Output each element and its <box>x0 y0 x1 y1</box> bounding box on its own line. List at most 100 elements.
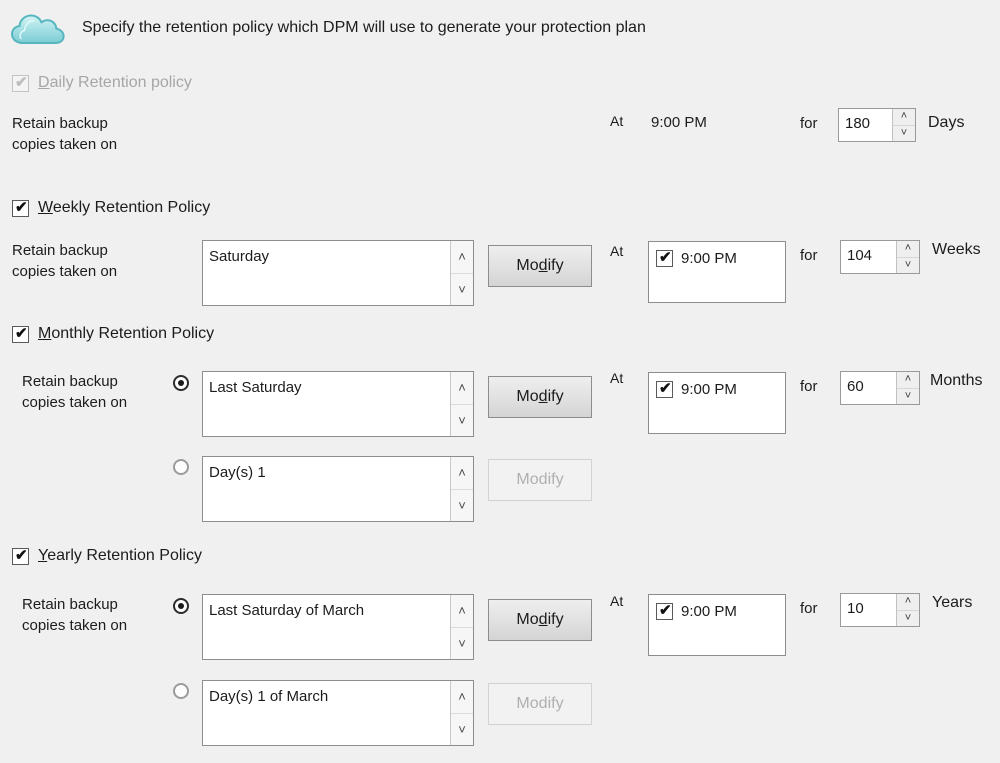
modify-label-post: ify <box>547 695 564 712</box>
listbox-weekly-scrollbar[interactable]: ˄ ˅ <box>450 241 473 305</box>
listbox-weekly-days[interactable]: Saturday ˄ ˅ <box>202 240 474 306</box>
spinner-weekly-count[interactable]: 104 ˄ ˅ <box>840 240 920 274</box>
chevron-down-icon[interactable]: ˅ <box>451 274 473 306</box>
section-header-monthly[interactable]: ✔ Monthly Retention Policy <box>12 325 214 343</box>
listbox-yearly-absolute-scrollbar[interactable]: ˄ ˅ <box>450 681 473 745</box>
timebox-yearly[interactable]: ✔ 9:00 PM <box>648 594 786 656</box>
listbox-monthly-relative[interactable]: Last Saturday ˄ ˅ <box>202 371 474 437</box>
retain-label-daily: Retain backup copies taken on <box>12 115 118 153</box>
chevron-up-icon[interactable]: ˄ <box>451 241 473 274</box>
spinner-yearly-buttons[interactable]: ˄ ˅ <box>896 594 919 626</box>
retain-label-weekly: Retain backup copies taken on <box>12 242 118 280</box>
checkbox-yearly-retention[interactable]: ✔ <box>12 547 29 565</box>
checkbox-weekly-retention[interactable]: ✔ <box>12 198 29 217</box>
chevron-down-icon[interactable]: ˅ <box>897 611 919 627</box>
modify-button-yearly-absolute: Mo d ify <box>488 683 592 725</box>
section-header-yearly[interactable]: ✔ Yearly Retention Policy <box>12 547 202 565</box>
spinner-daily-value[interactable]: 180 <box>839 109 892 141</box>
timebox-weekly[interactable]: ✔ 9:00 PM <box>648 241 786 303</box>
chevron-up-icon[interactable]: ˄ <box>451 457 473 490</box>
modify-button-monthly-absolute: Mo d ify <box>488 459 592 501</box>
listbox-monthly-relative-scrollbar[interactable]: ˄ ˅ <box>450 372 473 436</box>
section-label-daily: Daily Retention policy <box>38 74 192 92</box>
listbox-yearly-relative-scrollbar[interactable]: ˄ ˅ <box>450 595 473 659</box>
listbox-yearly-absolute[interactable]: Day(s) 1 of March ˄ ˅ <box>202 680 474 746</box>
radio-yearly-relative[interactable] <box>173 598 189 614</box>
spinner-daily-buttons[interactable]: ˄ ˅ <box>892 109 915 141</box>
radio-monthly-absolute[interactable] <box>173 459 189 475</box>
for-label-monthly: for <box>800 378 818 395</box>
spinner-weekly-buttons[interactable]: ˄ ˅ <box>896 241 919 273</box>
chevron-up-icon[interactable]: ˄ <box>897 241 919 258</box>
unit-label-monthly: Months <box>930 372 983 389</box>
modify-label-post: ify <box>547 471 564 488</box>
modify-button-monthly-relative[interactable]: Mo d ify <box>488 376 592 418</box>
unit-label-yearly: Years <box>932 594 973 611</box>
unit-label-weekly: Weeks <box>932 241 981 258</box>
listbox-monthly-absolute[interactable]: Day(s) 1 ˄ ˅ <box>202 456 474 522</box>
retain-label-monthly: Retain backup copies taken on <box>22 373 128 411</box>
spinner-monthly-value[interactable]: 60 <box>841 372 896 404</box>
spinner-yearly-value[interactable]: 10 <box>841 594 896 626</box>
check-glyph-icon: ✔ <box>659 380 672 397</box>
chevron-down-icon[interactable]: ˅ <box>451 714 473 746</box>
checkbox-monthly-time[interactable]: ✔ <box>656 380 673 398</box>
spinner-weekly-value[interactable]: 104 <box>841 241 896 273</box>
accel-key-weekly: W <box>38 199 53 216</box>
section-header-weekly[interactable]: ✔ Weekly Retention Policy <box>12 199 210 217</box>
radio-yearly-absolute[interactable] <box>173 683 189 699</box>
modify-label-post: ify <box>547 257 564 274</box>
spinner-daily-count[interactable]: 180 ˄ ˅ <box>838 108 916 142</box>
timebox-yearly-row[interactable]: ✔ 9:00 PM <box>649 595 785 620</box>
modify-label-accel: d <box>538 695 548 712</box>
section-header-daily[interactable]: ✔ Daily Retention policy <box>12 74 192 92</box>
chevron-up-icon[interactable]: ˄ <box>451 681 473 714</box>
check-glyph-icon: ✔ <box>15 198 28 216</box>
chevron-up-icon[interactable]: ˄ <box>451 372 473 405</box>
timebox-weekly-row[interactable]: ✔ 9:00 PM <box>649 242 785 267</box>
timebox-monthly[interactable]: ✔ 9:00 PM <box>648 372 786 434</box>
modify-button-weekly[interactable]: Mo d ify <box>488 245 592 287</box>
spinner-monthly-buttons[interactable]: ˄ ˅ <box>896 372 919 404</box>
chevron-down-icon[interactable]: ˅ <box>897 258 919 274</box>
checkbox-monthly-retention[interactable]: ✔ <box>12 325 29 343</box>
listbox-monthly-absolute-scrollbar[interactable]: ˄ ˅ <box>450 457 473 521</box>
chevron-down-icon[interactable]: ˅ <box>451 628 473 660</box>
at-label-daily: At <box>610 113 624 129</box>
chevron-down-icon[interactable]: ˅ <box>893 126 915 142</box>
timebox-monthly-row[interactable]: ✔ 9:00 PM <box>649 373 785 398</box>
modify-label-pre: Mo <box>516 471 539 488</box>
timebox-monthly-value: 9:00 PM <box>681 381 737 398</box>
chevron-down-icon[interactable]: ˅ <box>451 405 473 437</box>
chevron-down-icon[interactable]: ˅ <box>451 490 473 522</box>
listbox-monthly-absolute-value: Day(s) 1 <box>209 464 266 481</box>
checkbox-yearly-time[interactable]: ✔ <box>656 602 673 620</box>
check-glyph-icon: ✔ <box>659 602 672 619</box>
radio-monthly-relative[interactable] <box>173 375 189 391</box>
timebox-weekly-value: 9:00 PM <box>681 250 737 267</box>
spinner-monthly-count[interactable]: 60 ˄ ˅ <box>840 371 920 405</box>
at-label-yearly: At <box>610 593 624 609</box>
chevron-up-icon[interactable]: ˄ <box>897 594 919 611</box>
for-label-weekly: for <box>800 247 818 264</box>
modify-label-pre: Mo <box>516 695 539 712</box>
listbox-yearly-relative[interactable]: Last Saturday of March ˄ ˅ <box>202 594 474 660</box>
retain-label-yearly: Retain backup copies taken on <box>22 596 128 634</box>
chevron-up-icon[interactable]: ˄ <box>897 372 919 389</box>
accel-key-daily: D <box>38 74 50 91</box>
at-label-weekly: At <box>610 243 624 259</box>
timebox-yearly-value: 9:00 PM <box>681 603 737 620</box>
modify-button-yearly-relative[interactable]: Mo d ify <box>488 599 592 641</box>
chevron-up-icon[interactable]: ˄ <box>451 595 473 628</box>
accel-key-yearly: Y <box>38 547 48 564</box>
page-title: Specify the retention policy which DPM w… <box>82 19 646 36</box>
for-label-daily: for <box>800 115 818 132</box>
accel-key-monthly: M <box>38 325 52 342</box>
modify-label-pre: Mo <box>516 611 539 628</box>
chevron-up-icon[interactable]: ˄ <box>893 109 915 126</box>
listbox-weekly-value: Saturday <box>209 248 270 265</box>
chevron-down-icon[interactable]: ˅ <box>897 389 919 405</box>
spinner-yearly-count[interactable]: 10 ˄ ˅ <box>840 593 920 627</box>
checkbox-weekly-time[interactable]: ✔ <box>656 249 673 267</box>
modify-label-accel: d <box>538 257 548 274</box>
